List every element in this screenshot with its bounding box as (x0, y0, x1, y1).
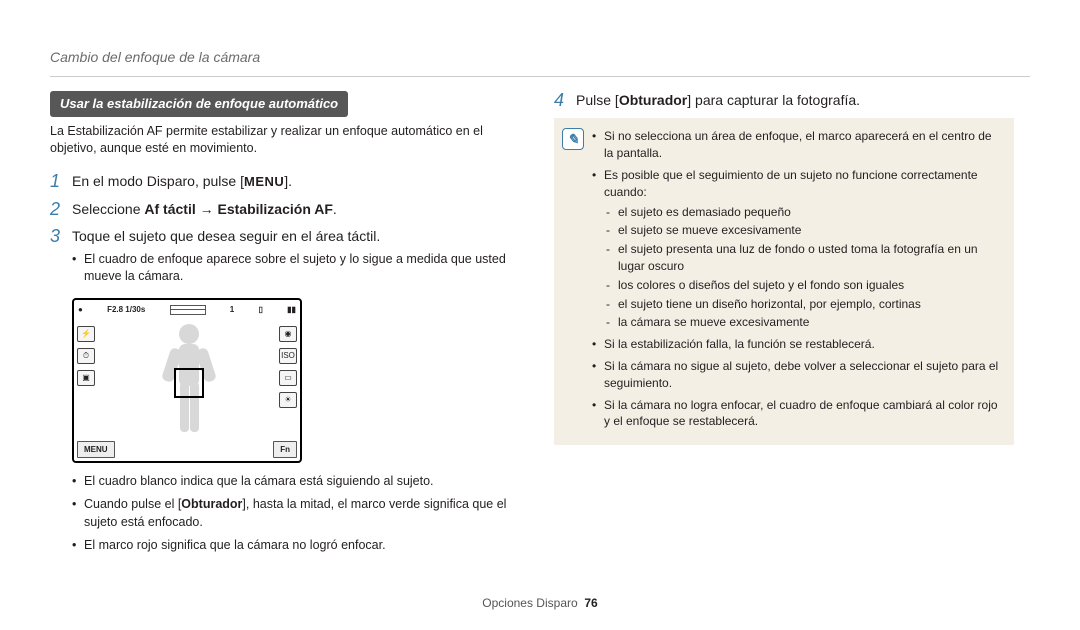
exposure-scale-icon (170, 305, 206, 315)
page-header: Cambio del enfoque de la cámara (50, 48, 1030, 68)
bullet-item: El cuadro blanco indica que la cámara es… (72, 473, 520, 491)
lcd-illustration: ● F2.8 1/30s 1 ▯ ▮▮ ⚡ ⏱ ▣ ◉ ISO ▭ ☀ (72, 298, 520, 463)
step-number: 2 (50, 200, 72, 220)
text: ]. (284, 173, 292, 189)
right-column: 4 Pulse [Obturador] para capturar la fot… (554, 91, 1014, 561)
step-number: 3 (50, 227, 72, 290)
left-bullet-list: El cuadro blanco indica que la cámara es… (72, 473, 520, 555)
dash-item: la cámara se mueve excesivamente (604, 314, 1002, 331)
substep-list: El cuadro de enfoque aparece sobre el su… (72, 251, 520, 286)
note-item: Si la cámara no logra enfocar, el cuadro… (592, 397, 1002, 431)
text: ] para capturar la fotografía. (687, 92, 860, 108)
drive-icon: ▭ (279, 370, 297, 386)
mode-icon: ● (78, 304, 83, 315)
lcd-right-icons: ◉ ISO ▭ ☀ (279, 326, 297, 408)
step-3: 3 Toque el sujeto que desea seguir en el… (50, 227, 520, 290)
exposure-label: F2.8 1/30s (107, 304, 145, 315)
step-body: Seleccione Af táctil → Estabilización AF… (72, 200, 337, 220)
header-rule (50, 76, 1030, 77)
dash-item: el sujeto tiene un diseño horizontal, po… (604, 296, 1002, 313)
text: Toque el sujeto que desea seguir en el á… (72, 228, 380, 244)
battery-icon: ▮▮ (287, 304, 296, 315)
note-item: Si la estabilización falla, la función s… (592, 336, 1002, 353)
card-icon: ▯ (258, 304, 262, 315)
note-item: Si la cámara no sigue al sujeto, debe vo… (592, 358, 1002, 392)
dash-item: el sujeto es demasiado pequeño (604, 204, 1002, 221)
flash-icon: ⚡ (77, 326, 95, 342)
camera-screen: ● F2.8 1/30s 1 ▯ ▮▮ ⚡ ⏱ ▣ ◉ ISO ▭ ☀ (72, 298, 302, 463)
lcd-top-bar: ● F2.8 1/30s 1 ▯ ▮▮ (78, 304, 296, 315)
bold-term: Af táctil (144, 201, 195, 217)
page-number: 76 (584, 596, 597, 610)
dash-item: el sujeto presenta una luz de fondo o us… (604, 241, 1002, 275)
text: En el modo Disparo, pulse [ (72, 173, 244, 189)
dash-list: el sujeto es demasiado pequeño el sujeto… (604, 204, 1002, 332)
shot-count: 1 (230, 304, 234, 315)
bold-term: Obturador (619, 92, 687, 108)
bold-term: Estabilización AF (218, 201, 333, 217)
focus-box (174, 368, 204, 398)
lcd-menu-button: MENU (77, 441, 115, 458)
dash-item: los colores o diseños del sujeto y el fo… (604, 277, 1002, 294)
step-2: 2 Seleccione Af táctil → Estabilización … (50, 200, 520, 220)
bullet-item: Cuando pulse el [Obturador], hasta la mi… (72, 496, 520, 531)
lcd-fn-button: Fn (273, 441, 297, 458)
step-4: 4 Pulse [Obturador] para capturar la fot… (554, 91, 1014, 111)
note-item: Es posible que el seguimiento de un suje… (592, 167, 1002, 331)
page-footer: Opciones Disparo 76 (0, 595, 1080, 612)
text: . (333, 201, 337, 217)
lcd-left-icons: ⚡ ⏱ ▣ (77, 326, 95, 386)
step-number: 1 (50, 172, 72, 192)
step-list-right: 4 Pulse [Obturador] para capturar la fot… (554, 91, 1014, 111)
step-1: 1 En el modo Disparo, pulse [MENU]. (50, 172, 520, 192)
section-subhead: Usar la estabilización de enfoque automá… (50, 91, 348, 117)
step-list: 1 En el modo Disparo, pulse [MENU]. 2 Se… (50, 172, 520, 290)
metering-icon: ◉ (279, 326, 297, 342)
bold-term: Obturador (181, 497, 242, 511)
step-body: Pulse [Obturador] para capturar la fotog… (576, 91, 860, 111)
arrow: → (196, 201, 218, 217)
step-body: En el modo Disparo, pulse [MENU]. (72, 172, 292, 192)
dash-item: el sujeto se mueve excesivamente (604, 222, 1002, 239)
bullet-item: El marco rojo significa que la cámara no… (72, 537, 520, 555)
step-number: 4 (554, 91, 576, 111)
two-column-layout: Usar la estabilización de enfoque automá… (50, 91, 1030, 561)
text: Seleccione (72, 201, 144, 217)
iso-icon: ISO (279, 348, 297, 364)
footer-section: Opciones Disparo (482, 596, 577, 610)
wb-icon: ☀ (279, 392, 297, 408)
note-icon: ✎ (562, 128, 584, 150)
lcd-bottom-bar: MENU Fn (77, 441, 297, 458)
note-box: ✎ Si no selecciona un área de enfoque, e… (554, 118, 1014, 445)
note-item: Si no selecciona un área de enfoque, el … (592, 128, 1002, 162)
note-body: Si no selecciona un área de enfoque, el … (592, 128, 1002, 435)
text: Cuando pulse el [ (84, 497, 181, 511)
left-column: Usar la estabilización de enfoque automá… (50, 91, 520, 561)
focus-mode-icon: ▣ (77, 370, 95, 386)
menu-glyph: MENU (244, 174, 284, 189)
step-body: Toque el sujeto que desea seguir en el á… (72, 227, 520, 290)
text: Es posible que el seguimiento de un suje… (604, 168, 978, 199)
text: Pulse [ (576, 92, 619, 108)
substep: El cuadro de enfoque aparece sobre el su… (72, 251, 520, 286)
intro-text: La Estabilización AF permite estabilizar… (50, 123, 520, 158)
timer-icon: ⏱ (77, 348, 95, 364)
